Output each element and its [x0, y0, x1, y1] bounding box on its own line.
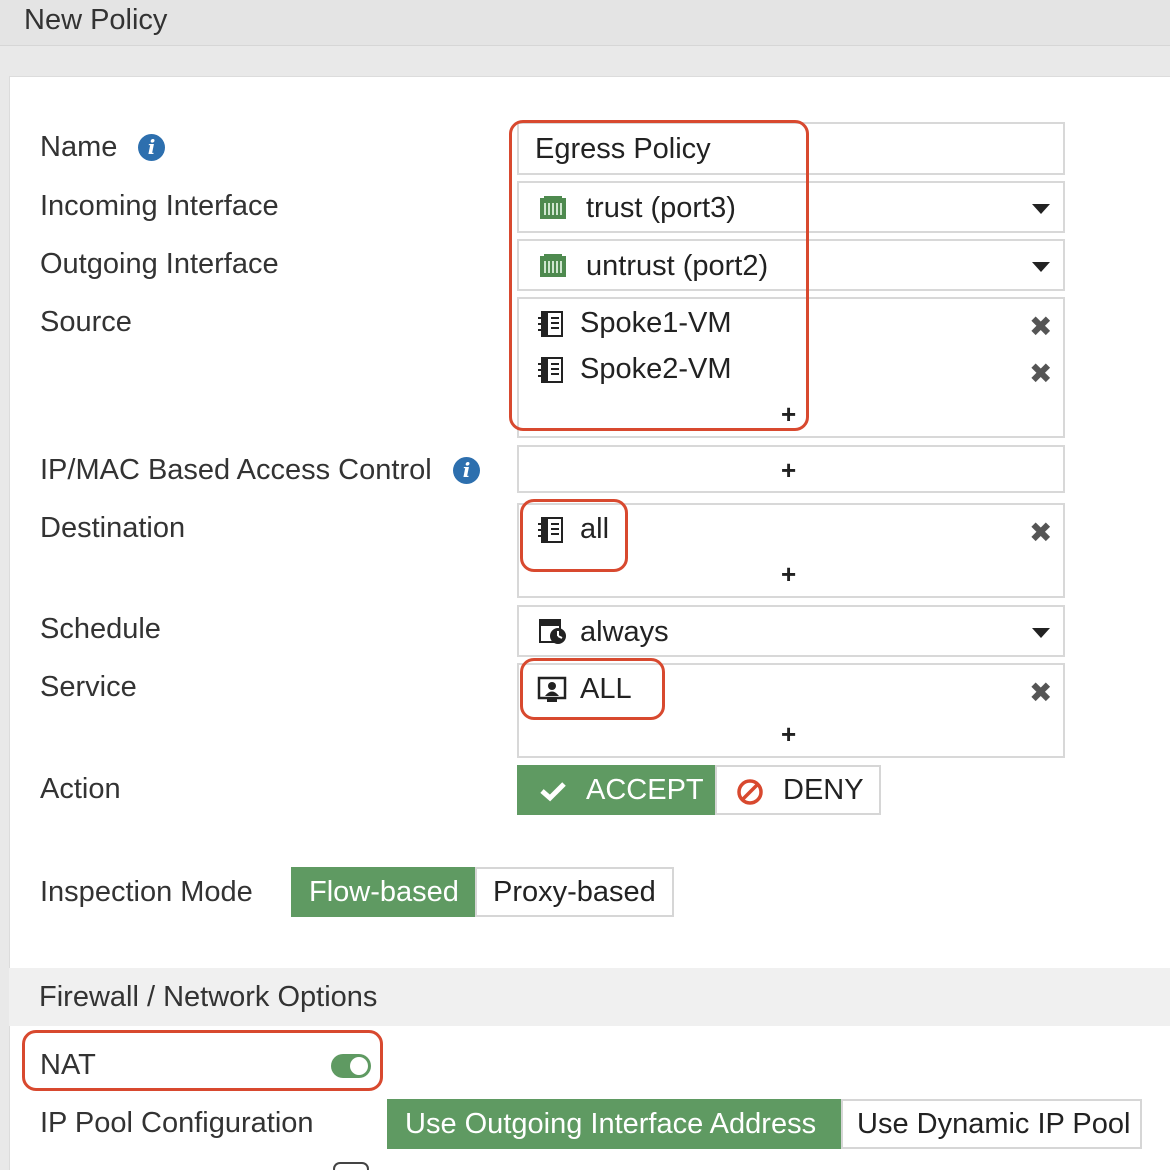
- accept-label: ACCEPT: [586, 774, 704, 806]
- deny-circle-icon: [737, 779, 763, 805]
- outgoing-interface-value: untrust (port2): [586, 250, 769, 282]
- firewall-network-options-header: Firewall / Network Options: [9, 968, 1170, 1026]
- source-item-2: Spoke2-VM: [580, 353, 732, 385]
- proxy-based-label: Proxy-based: [493, 876, 656, 908]
- ipmac-access-control-label: IP/MAC Based Access Control: [40, 454, 432, 486]
- chevron-down-icon: [1032, 204, 1050, 214]
- use-dynamic-ip-pool-button[interactable]: Use Dynamic IP Pool: [841, 1099, 1142, 1149]
- checkmark-icon: [540, 782, 566, 802]
- incoming-interface-value: trust (port3): [586, 192, 736, 224]
- remove-x-icon[interactable]: ✖: [1029, 360, 1052, 388]
- network-port-icon: [540, 196, 566, 219]
- nat-label: NAT: [40, 1049, 96, 1081]
- nat-toggle[interactable]: [331, 1054, 371, 1078]
- address-book-icon: [538, 357, 563, 383]
- flow-based-label: Flow-based: [309, 876, 459, 908]
- plus-icon[interactable]: +: [781, 721, 796, 747]
- next-toggle-partial[interactable]: [333, 1162, 369, 1170]
- title-bar: New Policy: [0, 0, 1170, 46]
- incoming-interface-label: Incoming Interface: [40, 190, 279, 222]
- name-value: Egress Policy: [535, 133, 711, 165]
- proxy-based-button[interactable]: Proxy-based: [475, 867, 674, 917]
- chevron-down-icon: [1032, 628, 1050, 638]
- inspection-mode-label: Inspection Mode: [40, 876, 253, 908]
- deny-label: DENY: [783, 774, 864, 806]
- info-icon[interactable]: i: [453, 457, 480, 484]
- use-outgoing-interface-address-label: Use Outgoing Interface Address: [405, 1108, 817, 1140]
- toggle-knob: [350, 1057, 368, 1075]
- destination-item-1: all: [580, 513, 610, 545]
- use-dynamic-ip-pool-label: Use Dynamic IP Pool: [857, 1108, 1131, 1140]
- source-field[interactable]: Spoke1-VM ✖ Spoke2-VM ✖ +: [517, 297, 1065, 438]
- outgoing-interface-label: Outgoing Interface: [40, 248, 279, 280]
- destination-field[interactable]: all ✖ +: [517, 503, 1065, 598]
- section-title: Firewall / Network Options: [39, 981, 378, 1013]
- action-label: Action: [40, 773, 121, 805]
- service-icon: [537, 676, 567, 702]
- plus-icon[interactable]: +: [781, 457, 796, 483]
- address-book-icon: [538, 517, 563, 543]
- address-book-icon: [538, 311, 563, 337]
- remove-x-icon[interactable]: ✖: [1029, 519, 1052, 547]
- schedule-label: Schedule: [40, 613, 161, 645]
- plus-icon[interactable]: +: [781, 561, 796, 587]
- source-item-1: Spoke1-VM: [580, 307, 732, 339]
- service-label: Service: [40, 671, 137, 703]
- plus-icon[interactable]: +: [781, 401, 796, 427]
- schedule-value: always: [580, 616, 669, 648]
- network-port-icon: [540, 254, 566, 277]
- remove-x-icon[interactable]: ✖: [1029, 679, 1052, 707]
- outgoing-interface-select[interactable]: untrust (port2): [517, 239, 1065, 291]
- page-title: New Policy: [24, 4, 168, 36]
- info-icon[interactable]: i: [138, 134, 165, 161]
- schedule-select[interactable]: always: [517, 605, 1065, 657]
- accept-button[interactable]: ACCEPT: [517, 765, 716, 815]
- destination-label: Destination: [40, 512, 186, 544]
- ipmac-access-control-field[interactable]: +: [517, 445, 1065, 493]
- source-label: Source: [40, 306, 132, 338]
- name-input[interactable]: Egress Policy: [517, 122, 1065, 175]
- use-outgoing-interface-address-button[interactable]: Use Outgoing Interface Address: [387, 1099, 842, 1149]
- service-item-1: ALL: [580, 673, 632, 705]
- flow-based-button[interactable]: Flow-based: [291, 867, 476, 917]
- incoming-interface-select[interactable]: trust (port3): [517, 181, 1065, 233]
- deny-button[interactable]: DENY: [715, 765, 881, 815]
- name-label: Name: [40, 131, 118, 163]
- schedule-clock-icon: [539, 619, 566, 644]
- chevron-down-icon: [1032, 262, 1050, 272]
- remove-x-icon[interactable]: ✖: [1029, 313, 1052, 341]
- service-field[interactable]: ALL ✖ +: [517, 663, 1065, 758]
- ip-pool-configuration-label: IP Pool Configuration: [40, 1107, 314, 1139]
